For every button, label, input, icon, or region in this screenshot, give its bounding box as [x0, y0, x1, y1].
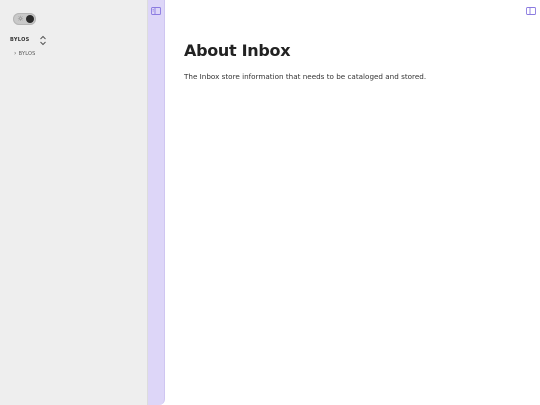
app-window: ☼ BYLOS › BYLOS About Inbox The Inbox st… [0, 0, 540, 405]
chevron-up-down-icon [40, 35, 46, 46]
right-sidebar-toggle-icon[interactable] [526, 6, 536, 16]
theme-toggle[interactable]: ☼ [13, 13, 36, 25]
page-title: About Inbox [184, 41, 291, 60]
vault-name: BYLOS [10, 37, 30, 43]
sidebar-toggle-icon[interactable] [151, 6, 161, 16]
page-body-text: The Inbox store information that needs t… [184, 72, 427, 81]
chevron-right-icon: › [14, 50, 17, 57]
vault-switcher[interactable]: BYLOS [10, 35, 50, 46]
tree-item-label: BYLOS [18, 51, 36, 57]
toggle-knob [26, 15, 34, 23]
sun-icon: ☼ [17, 15, 24, 23]
main-content: About Inbox The Inbox store information … [165, 0, 540, 405]
tree-item-bylos[interactable]: › BYLOS [14, 50, 36, 58]
sidebar-ribbon [148, 0, 165, 405]
left-sidebar: ☼ BYLOS › BYLOS [0, 0, 148, 405]
